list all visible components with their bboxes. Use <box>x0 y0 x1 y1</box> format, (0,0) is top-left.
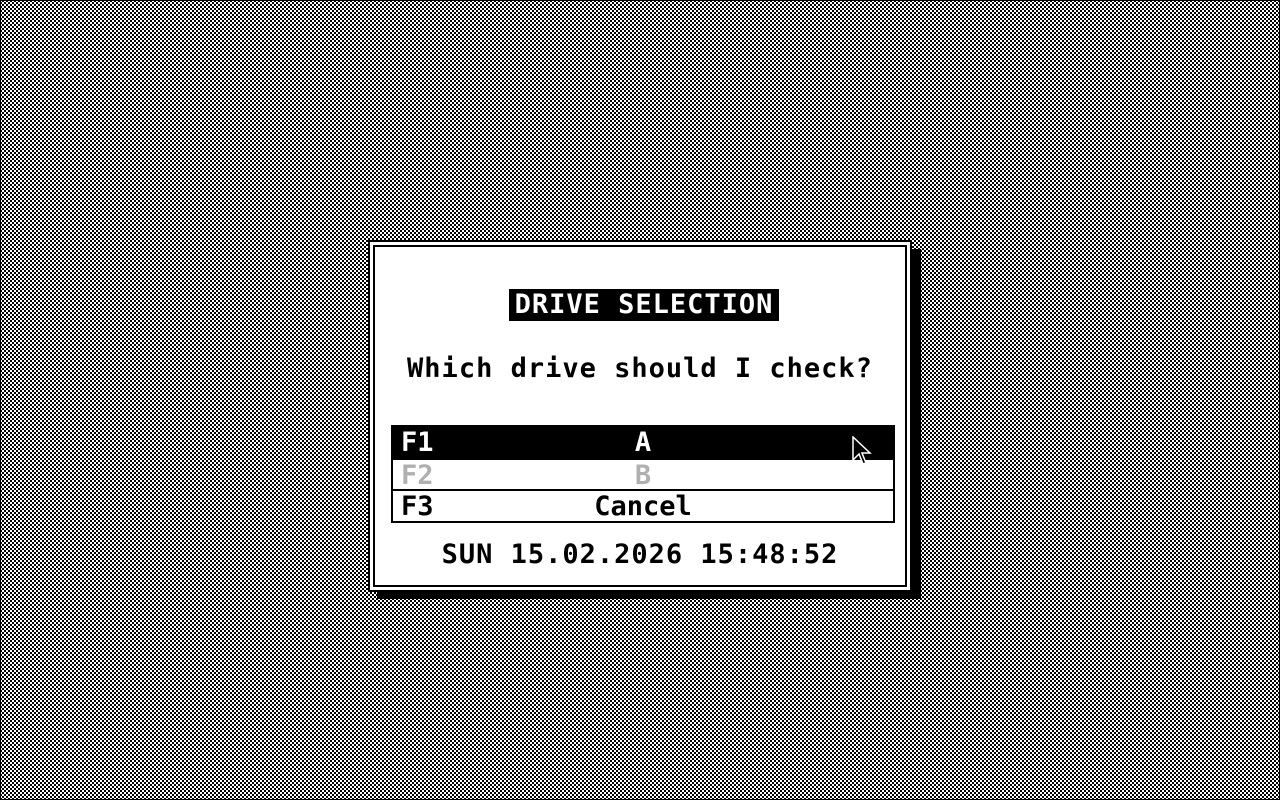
dialog-inner-frame: DRIVE SELECTION Which drive should I che… <box>373 245 907 587</box>
date-time-display: SUN 15.02.2026 15:48:52 <box>441 539 839 570</box>
option-drive-b[interactable]: F2 B <box>393 458 893 491</box>
desktop: { "dialog": { "title": "DRIVE SELECTION"… <box>0 0 1280 800</box>
dialog-question: Which drive should I check? <box>407 353 873 384</box>
option-label-cancel: Cancel <box>594 491 692 522</box>
option-drive-a[interactable]: F1 A <box>393 427 893 458</box>
option-cancel[interactable]: F3 Cancel <box>393 489 893 522</box>
drive-options-list: F1 A F2 B F3 Cancel <box>391 425 895 523</box>
arrow-pointer-icon <box>852 436 872 465</box>
option-label-a: A <box>634 427 652 458</box>
dialog-title: DRIVE SELECTION <box>509 289 779 321</box>
drive-selection-dialog: DRIVE SELECTION Which drive should I che… <box>368 240 912 592</box>
option-label-b: B <box>634 460 652 491</box>
